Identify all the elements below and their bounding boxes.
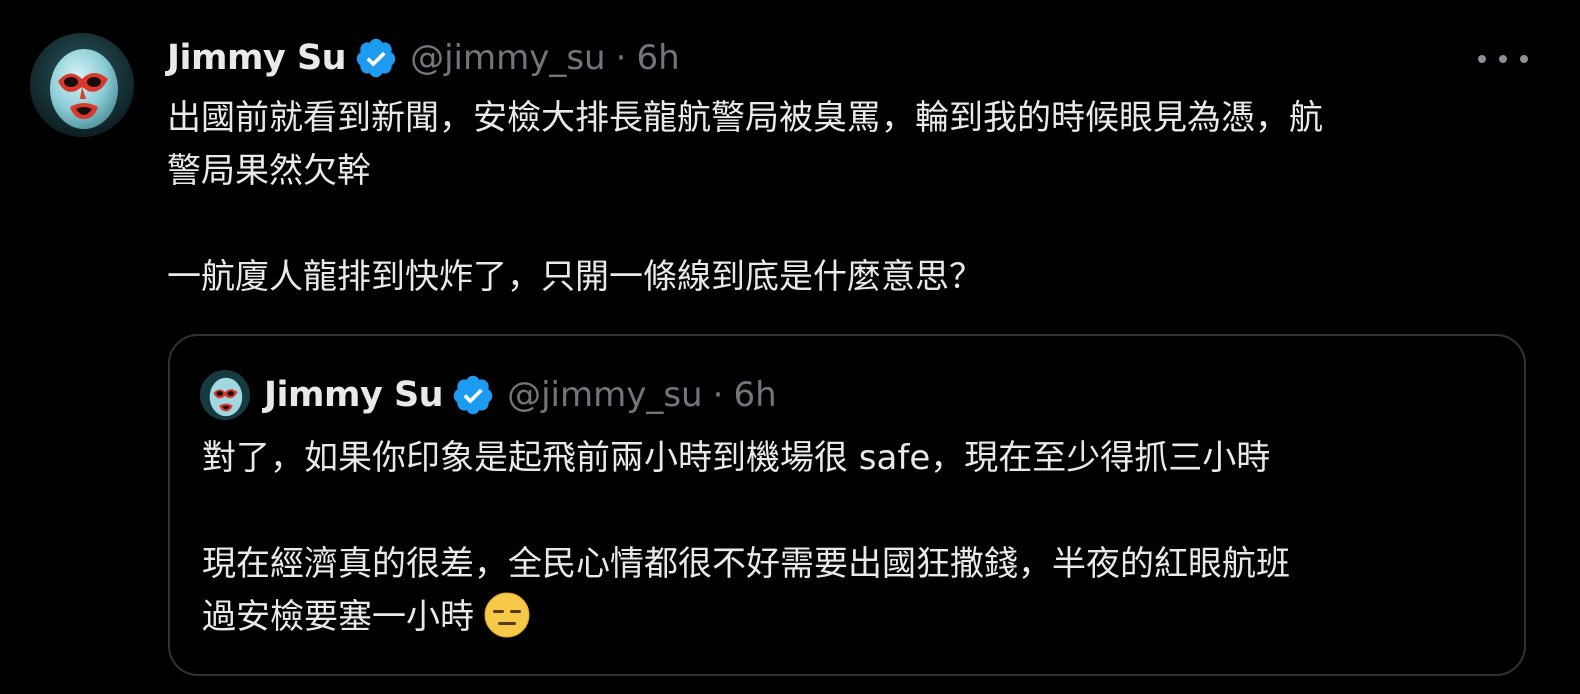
separator: · bbox=[615, 38, 627, 78]
tweet-text-line: 出國前就看到新聞，安檢大排長龍航警局被臭罵，輪到我的時候眼見為憑，航 bbox=[167, 98, 1323, 138]
quoted-display-name[interactable]: Jimmy Su bbox=[264, 375, 444, 415]
dot bbox=[1520, 55, 1528, 63]
quoted-tweet-card[interactable]: Jimmy Su @jimmy_su · 6h 對了，如果你印象是起飛前兩小時到… bbox=[168, 334, 1526, 676]
avatar[interactable] bbox=[30, 33, 134, 137]
display-name[interactable]: Jimmy Su bbox=[167, 38, 347, 78]
verified-badge-icon bbox=[354, 36, 398, 80]
tweet[interactable]: Jimmy Su @jimmy_su · 6h 出國前就看到新聞，安檢大排長龍航… bbox=[0, 0, 1580, 694]
quoted-text-line: 過安檢要塞一小時 bbox=[202, 597, 474, 637]
expressionless-face-emoji-icon bbox=[484, 592, 530, 638]
quoted-text-line: 對了，如果你印象是起飛前兩小時到機場很 safe，現在至少得抓三小時 bbox=[202, 438, 1271, 478]
quoted-timestamp[interactable]: 6h bbox=[733, 375, 776, 415]
quoted-tweet-header: Jimmy Su @jimmy_su · 6h bbox=[264, 372, 777, 418]
wrestler-mask-avatar-icon bbox=[30, 33, 134, 137]
dot bbox=[1499, 55, 1507, 63]
quoted-avatar[interactable] bbox=[200, 370, 250, 420]
handle[interactable]: @jimmy_su bbox=[410, 38, 606, 78]
tweet-text-line: 一航廈人龍排到快炸了，只開一條線到底是什麼意思？ bbox=[167, 257, 983, 297]
quoted-text-line-with-emoji: 過安檢要塞一小時 bbox=[202, 591, 1502, 644]
quoted-text-line: 現在經濟真的很差，全民心情都很不好需要出國狂撒錢，半夜的紅眼航班 bbox=[202, 544, 1290, 584]
tweet-text-line: 警局果然欠幹 bbox=[167, 151, 371, 191]
quoted-handle[interactable]: @jimmy_su bbox=[507, 375, 703, 415]
more-horizontal-icon[interactable] bbox=[1478, 50, 1528, 68]
quoted-tweet-text: 對了，如果你印象是起飛前兩小時到機場很 safe，現在至少得抓三小時 現在經濟真… bbox=[202, 432, 1502, 644]
verified-badge-icon bbox=[451, 373, 495, 417]
tweet-header: Jimmy Su @jimmy_su · 6h bbox=[167, 34, 680, 82]
dot bbox=[1478, 55, 1486, 63]
timestamp[interactable]: 6h bbox=[636, 38, 679, 78]
wrestler-mask-avatar-icon bbox=[200, 370, 250, 420]
separator: · bbox=[712, 375, 724, 415]
tweet-text: 出國前就看到新聞，安檢大排長龍航警局被臭罵，輪到我的時候眼見為憑，航 警局果然欠… bbox=[167, 92, 1527, 304]
